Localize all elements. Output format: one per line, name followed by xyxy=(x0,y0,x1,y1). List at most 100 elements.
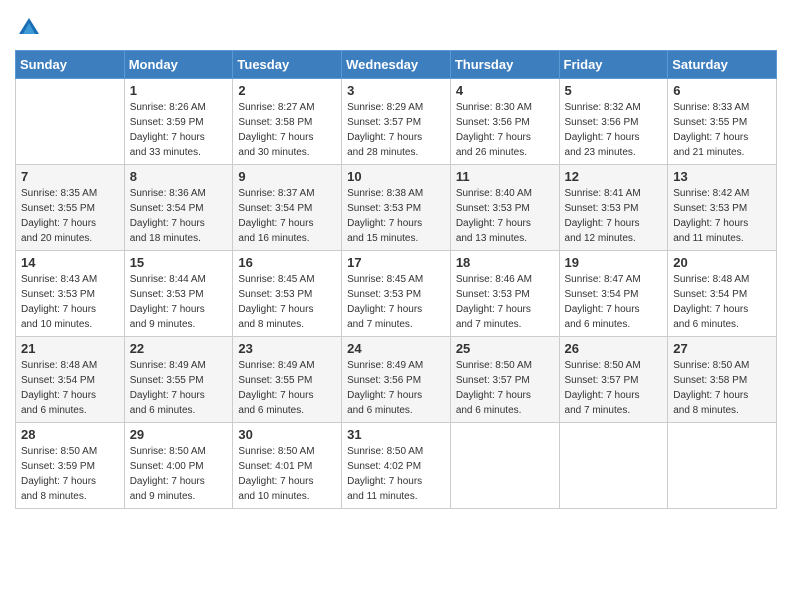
day-info: Sunrise: 8:40 AM Sunset: 3:53 PM Dayligh… xyxy=(456,186,554,246)
day-cell: 19 Sunrise: 8:47 AM Sunset: 3:54 PM Dayli… xyxy=(559,251,668,337)
week-row-5: 28 Sunrise: 8:50 AM Sunset: 3:59 PM Dayli… xyxy=(16,423,777,509)
day-cell xyxy=(559,423,668,509)
day-info: Sunrise: 8:36 AM Sunset: 3:54 PM Dayligh… xyxy=(130,186,228,246)
day-cell: 21 Sunrise: 8:48 AM Sunset: 3:54 PM Dayli… xyxy=(16,337,125,423)
week-row-2: 7 Sunrise: 8:35 AM Sunset: 3:55 PM Daylig… xyxy=(16,165,777,251)
day-cell: 26 Sunrise: 8:50 AM Sunset: 3:57 PM Dayli… xyxy=(559,337,668,423)
day-number: 6 xyxy=(673,83,771,98)
day-cell: 1 Sunrise: 8:26 AM Sunset: 3:59 PM Daylig… xyxy=(124,79,233,165)
day-cell: 16 Sunrise: 8:45 AM Sunset: 3:53 PM Dayli… xyxy=(233,251,342,337)
day-number: 16 xyxy=(238,255,336,270)
page-header xyxy=(15,10,777,42)
day-number: 23 xyxy=(238,341,336,356)
logo-icon xyxy=(15,14,43,42)
day-info: Sunrise: 8:27 AM Sunset: 3:58 PM Dayligh… xyxy=(238,100,336,160)
day-cell: 9 Sunrise: 8:37 AM Sunset: 3:54 PM Daylig… xyxy=(233,165,342,251)
day-cell: 23 Sunrise: 8:49 AM Sunset: 3:55 PM Dayli… xyxy=(233,337,342,423)
day-number: 1 xyxy=(130,83,228,98)
day-info: Sunrise: 8:38 AM Sunset: 3:53 PM Dayligh… xyxy=(347,186,445,246)
day-number: 28 xyxy=(21,427,119,442)
day-info: Sunrise: 8:49 AM Sunset: 3:55 PM Dayligh… xyxy=(130,358,228,418)
day-cell: 29 Sunrise: 8:50 AM Sunset: 4:00 PM Dayli… xyxy=(124,423,233,509)
day-cell: 22 Sunrise: 8:49 AM Sunset: 3:55 PM Dayli… xyxy=(124,337,233,423)
day-cell: 2 Sunrise: 8:27 AM Sunset: 3:58 PM Daylig… xyxy=(233,79,342,165)
day-cell: 4 Sunrise: 8:30 AM Sunset: 3:56 PM Daylig… xyxy=(450,79,559,165)
day-number: 7 xyxy=(21,169,119,184)
day-number: 22 xyxy=(130,341,228,356)
day-info: Sunrise: 8:29 AM Sunset: 3:57 PM Dayligh… xyxy=(347,100,445,160)
day-info: Sunrise: 8:42 AM Sunset: 3:53 PM Dayligh… xyxy=(673,186,771,246)
week-row-4: 21 Sunrise: 8:48 AM Sunset: 3:54 PM Dayli… xyxy=(16,337,777,423)
header-cell-wednesday: Wednesday xyxy=(342,51,451,79)
day-number: 30 xyxy=(238,427,336,442)
header-cell-tuesday: Tuesday xyxy=(233,51,342,79)
day-cell xyxy=(450,423,559,509)
day-info: Sunrise: 8:32 AM Sunset: 3:56 PM Dayligh… xyxy=(565,100,663,160)
header-cell-monday: Monday xyxy=(124,51,233,79)
day-cell: 14 Sunrise: 8:43 AM Sunset: 3:53 PM Dayli… xyxy=(16,251,125,337)
header-cell-sunday: Sunday xyxy=(16,51,125,79)
day-info: Sunrise: 8:50 AM Sunset: 4:00 PM Dayligh… xyxy=(130,444,228,504)
day-info: Sunrise: 8:30 AM Sunset: 3:56 PM Dayligh… xyxy=(456,100,554,160)
day-cell: 20 Sunrise: 8:48 AM Sunset: 3:54 PM Dayli… xyxy=(668,251,777,337)
day-cell: 8 Sunrise: 8:36 AM Sunset: 3:54 PM Daylig… xyxy=(124,165,233,251)
day-info: Sunrise: 8:45 AM Sunset: 3:53 PM Dayligh… xyxy=(238,272,336,332)
day-info: Sunrise: 8:48 AM Sunset: 3:54 PM Dayligh… xyxy=(21,358,119,418)
day-cell: 5Sunrise: 8:32 AM Sunset: 3:56 PM Daylig… xyxy=(559,79,668,165)
day-info: Sunrise: 8:43 AM Sunset: 3:53 PM Dayligh… xyxy=(21,272,119,332)
day-info: Sunrise: 8:49 AM Sunset: 3:56 PM Dayligh… xyxy=(347,358,445,418)
day-number: 2 xyxy=(238,83,336,98)
day-cell: 18 Sunrise: 8:46 AM Sunset: 3:53 PM Dayli… xyxy=(450,251,559,337)
week-row-1: 1 Sunrise: 8:26 AM Sunset: 3:59 PM Daylig… xyxy=(16,79,777,165)
day-number: 10 xyxy=(347,169,445,184)
day-cell: 10 Sunrise: 8:38 AM Sunset: 3:53 PM Dayli… xyxy=(342,165,451,251)
day-info: Sunrise: 8:50 AM Sunset: 4:01 PM Dayligh… xyxy=(238,444,336,504)
day-number: 26 xyxy=(565,341,663,356)
day-info: Sunrise: 8:37 AM Sunset: 3:54 PM Dayligh… xyxy=(238,186,336,246)
day-info: Sunrise: 8:47 AM Sunset: 3:54 PM Dayligh… xyxy=(565,272,663,332)
day-number: 20 xyxy=(673,255,771,270)
day-info: Sunrise: 8:44 AM Sunset: 3:53 PM Dayligh… xyxy=(130,272,228,332)
day-cell: 6 Sunrise: 8:33 AM Sunset: 3:55 PM Daylig… xyxy=(668,79,777,165)
day-number: 12 xyxy=(565,169,663,184)
day-cell: 13 Sunrise: 8:42 AM Sunset: 3:53 PM Dayli… xyxy=(668,165,777,251)
day-cell xyxy=(16,79,125,165)
day-number: 29 xyxy=(130,427,228,442)
week-row-3: 14 Sunrise: 8:43 AM Sunset: 3:53 PM Dayli… xyxy=(16,251,777,337)
day-number: 3 xyxy=(347,83,445,98)
day-cell: 15Sunrise: 8:44 AM Sunset: 3:53 PM Dayli… xyxy=(124,251,233,337)
day-cell: 30 Sunrise: 8:50 AM Sunset: 4:01 PM Dayli… xyxy=(233,423,342,509)
day-info: Sunrise: 8:35 AM Sunset: 3:55 PM Dayligh… xyxy=(21,186,119,246)
day-info: Sunrise: 8:50 AM Sunset: 4:02 PM Dayligh… xyxy=(347,444,445,504)
day-cell: 3 Sunrise: 8:29 AM Sunset: 3:57 PM Daylig… xyxy=(342,79,451,165)
day-info: Sunrise: 8:50 AM Sunset: 3:57 PM Dayligh… xyxy=(456,358,554,418)
day-number: 31 xyxy=(347,427,445,442)
day-info: Sunrise: 8:48 AM Sunset: 3:54 PM Dayligh… xyxy=(673,272,771,332)
day-number: 17 xyxy=(347,255,445,270)
day-info: Sunrise: 8:49 AM Sunset: 3:55 PM Dayligh… xyxy=(238,358,336,418)
day-cell: 25Sunrise: 8:50 AM Sunset: 3:57 PM Dayli… xyxy=(450,337,559,423)
header-row: SundayMondayTuesdayWednesdayThursdayFrid… xyxy=(16,51,777,79)
day-number: 19 xyxy=(565,255,663,270)
day-cell: 27Sunrise: 8:50 AM Sunset: 3:58 PM Dayli… xyxy=(668,337,777,423)
day-info: Sunrise: 8:41 AM Sunset: 3:53 PM Dayligh… xyxy=(565,186,663,246)
day-info: Sunrise: 8:33 AM Sunset: 3:55 PM Dayligh… xyxy=(673,100,771,160)
day-info: Sunrise: 8:46 AM Sunset: 3:53 PM Dayligh… xyxy=(456,272,554,332)
day-number: 9 xyxy=(238,169,336,184)
day-number: 14 xyxy=(21,255,119,270)
day-number: 4 xyxy=(456,83,554,98)
day-number: 21 xyxy=(21,341,119,356)
day-info: Sunrise: 8:26 AM Sunset: 3:59 PM Dayligh… xyxy=(130,100,228,160)
day-cell: 17Sunrise: 8:45 AM Sunset: 3:53 PM Dayli… xyxy=(342,251,451,337)
day-number: 27 xyxy=(673,341,771,356)
day-number: 8 xyxy=(130,169,228,184)
day-info: Sunrise: 8:50 AM Sunset: 3:59 PM Dayligh… xyxy=(21,444,119,504)
logo xyxy=(15,14,47,42)
header-cell-thursday: Thursday xyxy=(450,51,559,79)
day-cell: 28 Sunrise: 8:50 AM Sunset: 3:59 PM Dayli… xyxy=(16,423,125,509)
day-number: 13 xyxy=(673,169,771,184)
day-number: 18 xyxy=(456,255,554,270)
day-cell: 24Sunrise: 8:49 AM Sunset: 3:56 PM Dayli… xyxy=(342,337,451,423)
header-cell-friday: Friday xyxy=(559,51,668,79)
day-info: Sunrise: 8:50 AM Sunset: 3:57 PM Dayligh… xyxy=(565,358,663,418)
